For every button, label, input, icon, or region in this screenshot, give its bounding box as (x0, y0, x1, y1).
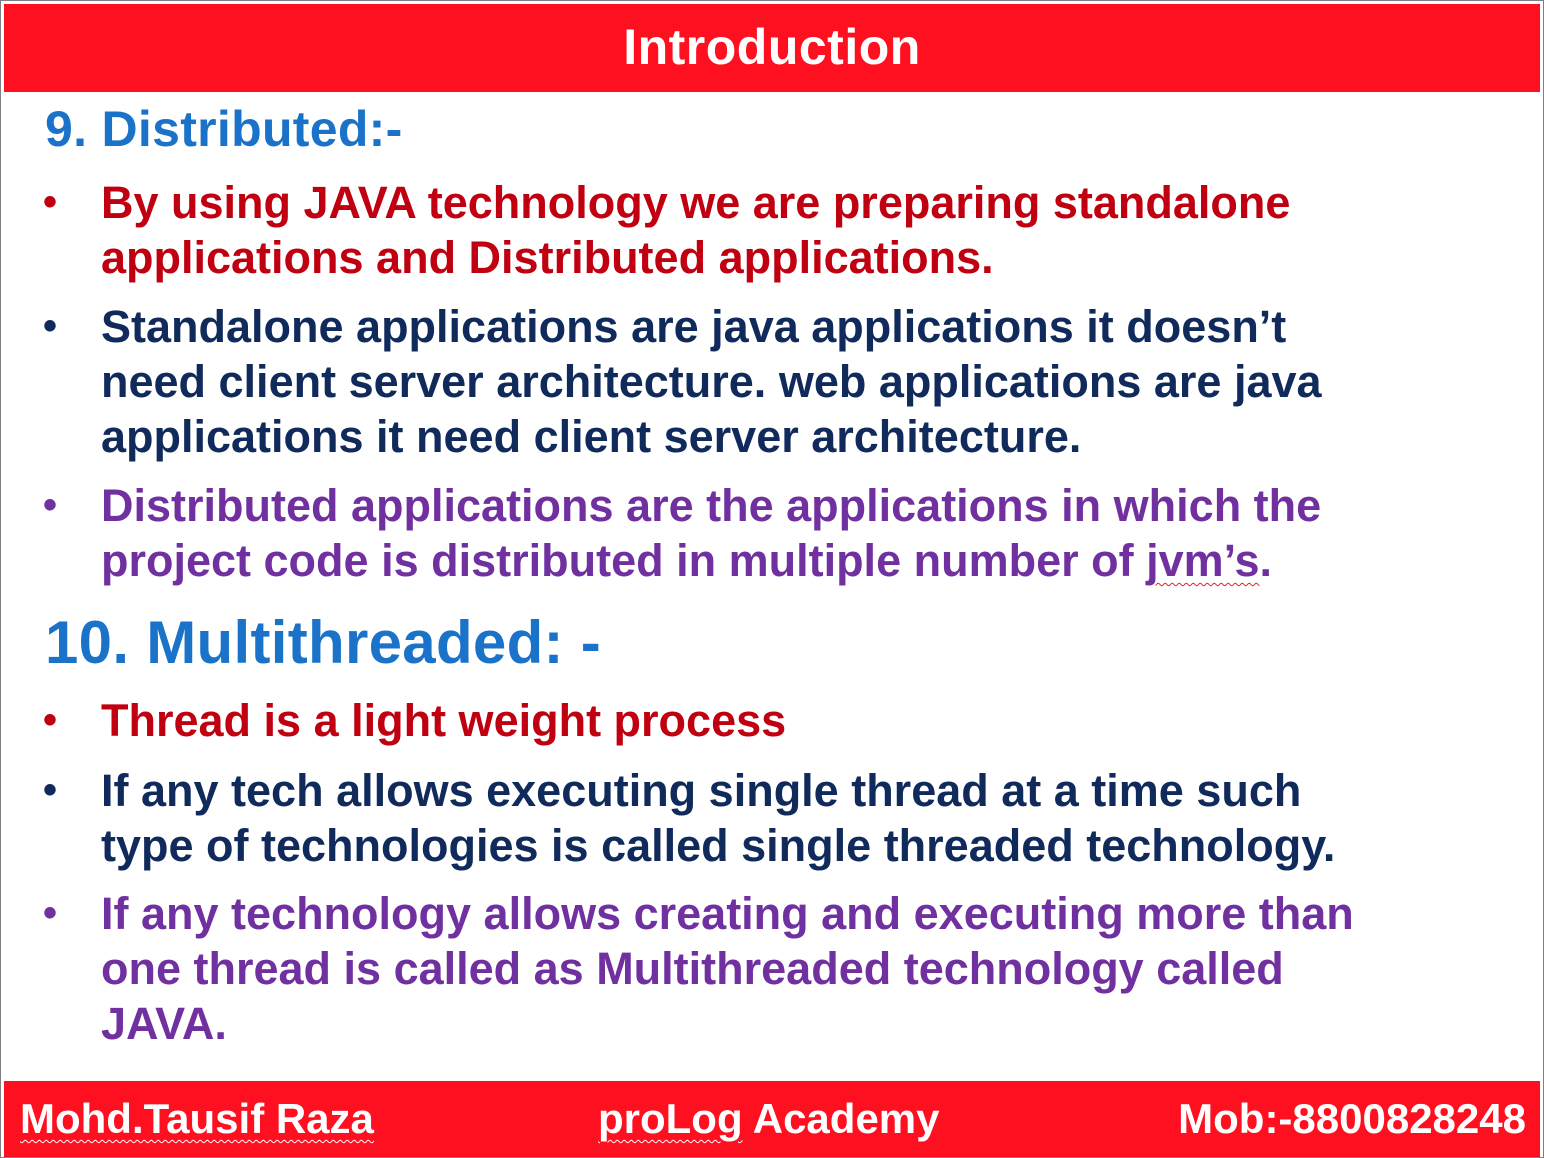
bullet-text: If any technology allows creating and ex… (101, 888, 1354, 1049)
bullet-marker: • (43, 891, 58, 935)
footer-bar: Mohd.Tausif Raza proLog Academy Mob:-880… (4, 1081, 1540, 1157)
bullet-marker: • (43, 304, 58, 348)
bullet-text: Distributed applications are the applica… (101, 478, 1523, 588)
bullet-item: • Standalone applications are java appli… (43, 299, 1523, 464)
bullet-item: • If any tech allows executing single th… (43, 763, 1523, 873)
bullet-marker: • (43, 698, 58, 742)
header-bar: Introduction (4, 4, 1540, 92)
section-heading-multithreaded: 10. Multithreaded: - (45, 609, 602, 676)
footer-author: Mohd.Tausif Raza (20, 1095, 374, 1142)
bullet-text: If any tech allows executing single thre… (101, 765, 1336, 871)
slide: Introduction 9. Distributed:- • By using… (0, 0, 1544, 1158)
bullet-text-main: Distributed applications are the applica… (101, 480, 1322, 586)
footer-academy-suffix: Academy (742, 1095, 940, 1142)
bullet-item: • If any technology allows creating and … (43, 886, 1523, 1051)
slide-title: Introduction (623, 19, 921, 75)
footer-academy: proLog Academy (598, 1098, 940, 1140)
bullet-marker: • (43, 180, 58, 224)
bullet-text: Standalone applications are java applica… (101, 301, 1322, 462)
bullet-text: By using JAVA technology we are preparin… (101, 177, 1291, 283)
section-heading-distributed: 9. Distributed:- (45, 101, 403, 157)
bullet-item: • Distributed applications are the appli… (43, 478, 1523, 588)
bullet-item: • Thread is a light weight process (43, 693, 1523, 748)
bullet-item: • By using JAVA technology we are prepar… (43, 175, 1523, 285)
spellcheck-flagged-word: jvm’s (1146, 535, 1260, 586)
footer-academy-prefix: proLog (598, 1095, 743, 1142)
bullet-text-end: . (1259, 535, 1273, 586)
bullet-text: Thread is a light weight process (101, 695, 787, 746)
footer-mobile: Mob:-8800828248 (1178, 1095, 1526, 1142)
bullet-marker: • (43, 768, 58, 812)
bullet-marker: • (43, 483, 58, 527)
